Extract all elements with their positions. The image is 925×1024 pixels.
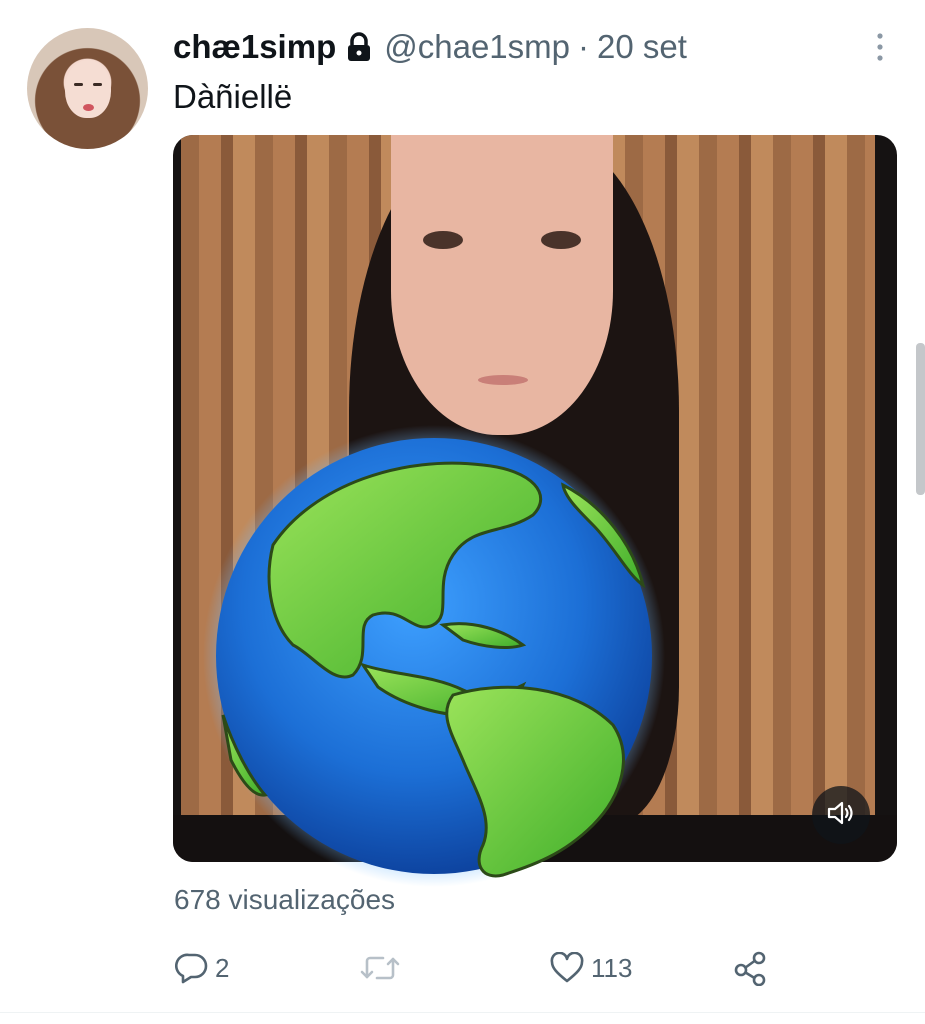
like-button[interactable]: 113 — [549, 948, 632, 988]
avatar[interactable] — [27, 28, 148, 149]
tweet-actions: 2 113 — [173, 948, 893, 988]
volume-icon — [826, 800, 856, 831]
globe-icon — [203, 425, 665, 887]
photo-eye — [423, 231, 463, 249]
handle[interactable]: @chae1smp — [384, 28, 570, 66]
tweet-date[interactable]: 20 set — [597, 28, 687, 66]
separator-dot: · — [578, 28, 589, 65]
tweet[interactable]: chæ1simp @chae1smp · 20 set Dàñiellë 678… — [0, 0, 925, 1024]
photo-eye — [541, 231, 581, 249]
retweet-icon — [359, 953, 401, 983]
volume-button[interactable] — [812, 786, 870, 844]
scrollbar[interactable] — [916, 343, 925, 495]
more-vertical-icon[interactable] — [868, 30, 892, 64]
reply-count: 2 — [215, 952, 230, 983]
share-icon — [733, 950, 769, 986]
tweet-text: Dàñiellë — [173, 78, 293, 115]
avatar-eye — [93, 83, 102, 86]
photo-face — [391, 135, 613, 435]
avatar-lips — [83, 104, 94, 111]
heart-icon — [549, 952, 585, 984]
photo-mouth — [478, 375, 528, 385]
like-count: 113 — [591, 952, 633, 983]
tweet-header: chæ1simp @chae1smp · 20 set — [173, 25, 687, 69]
divider — [0, 1012, 925, 1013]
reply-button[interactable]: 2 — [175, 948, 229, 988]
reply-icon — [175, 952, 209, 984]
lock-icon — [346, 32, 372, 62]
retweet-button[interactable] — [359, 948, 407, 988]
display-name[interactable]: chæ1simp — [173, 28, 336, 66]
avatar-eye — [74, 83, 83, 86]
share-button[interactable] — [733, 948, 769, 988]
views-count: 678 visualizações — [174, 884, 396, 915]
